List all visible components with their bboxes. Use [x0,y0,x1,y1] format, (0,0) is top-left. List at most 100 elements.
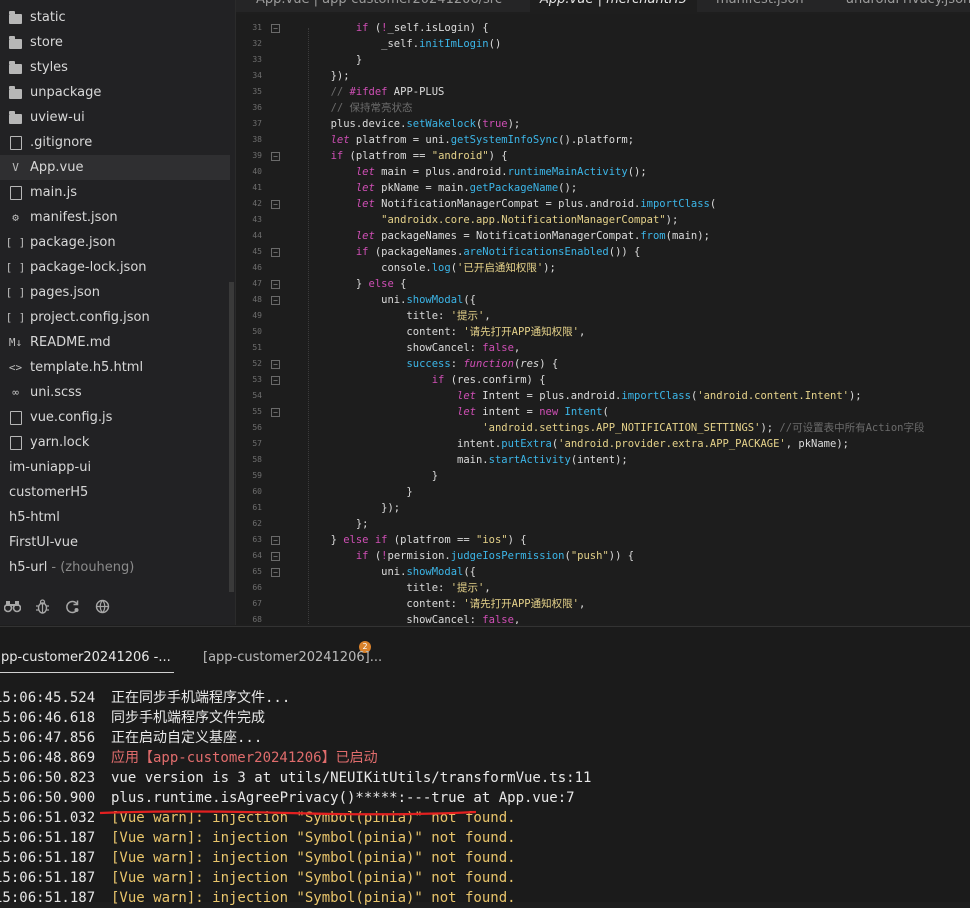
code-line[interactable]: 56 'android.settings.APP_NOTIFICATION_SE… [236,420,970,436]
tree-item[interactable]: main.js [0,180,230,205]
line-number: 42 [252,199,262,208]
code-line[interactable]: 53− if (res.confirm) { [236,372,970,388]
editor-tab[interactable]: App.vue | merchantH5 [530,0,697,12]
code-line[interactable]: 66 title: '提示', [236,580,970,596]
fold-toggle-icon[interactable]: − [271,552,280,561]
code-line[interactable]: 50 content: '请先打开APP通知权限', [236,324,970,340]
fold-toggle-icon[interactable]: − [271,24,280,33]
debug-bug-icon[interactable] [33,597,52,616]
tree-item[interactable]: im-uniapp-ui [0,455,230,480]
tree-item[interactable]: unpackage [0,80,230,105]
fold-toggle-icon[interactable]: − [271,248,280,257]
tree-item-label: manifest.json [30,210,118,225]
file-explorer: static store styles unpackage uview-ui .gitig… [0,0,236,625]
line-number: 45 [252,247,262,256]
code-line[interactable]: 54 let Intent = plus.android.importClass… [236,388,970,404]
code-line[interactable]: 47− } else { [236,276,970,292]
code-line[interactable]: 42− let NotificationManagerCompat = plus… [236,196,970,212]
code-text: } else { [280,278,407,290]
tree-item-label: App.vue [30,160,84,175]
fold-toggle-icon[interactable]: − [271,280,280,289]
tree-item[interactable]: static [0,5,230,30]
fold-toggle-icon[interactable]: − [271,360,280,369]
code-line[interactable]: 48− uni.showModal({ [236,292,970,308]
code-line[interactable]: 59 } [236,468,970,484]
tree-item[interactable]: ⚙ manifest.json [0,205,230,230]
code-line[interactable]: 58 main.startActivity(intent); [236,452,970,468]
globe-icon[interactable] [93,597,112,616]
editor-tab[interactable]: App.vue | app-customer20241206/src [246,0,512,12]
tree-item[interactable]: uview-ui [0,105,230,130]
code-text: content: '请先打开APP通知权限', [280,598,586,610]
code-line[interactable]: 43 "androidx.core.app.NotificationManage… [236,212,970,228]
code-text: } else if (platfrom == "ios") { [280,534,527,546]
log-message: [Vue warn]: injection "Symbol(pinia)" no… [111,870,516,886]
tree-item[interactable]: [ ] package-lock.json [0,255,230,280]
log-timestamp: 15:06:51.187 [0,890,96,906]
console-panel: 2 app-customer20241206 -... [app-customer… [0,626,970,906]
code-line[interactable]: 31− if (!_self.isLogin) { [236,20,970,36]
code-line[interactable]: 68 showCancel: false, [236,612,970,624]
tree-item[interactable]: store [0,30,230,55]
tree-item[interactable]: vue.config.js [0,405,230,430]
code-line[interactable]: 63− } else if (platfrom == "ios") { [236,532,970,548]
code-editor[interactable]: 31− if (!_self.isLogin) {32 _self.initIm… [236,14,970,624]
tree-item[interactable]: yarn.lock [0,430,230,455]
log-message: [Vue warn]: injection "Symbol(pinia)" no… [111,830,516,846]
editor-tab[interactable]: manifest.json [706,0,814,12]
code-line[interactable]: 36 // 保持常亮状态 [236,100,970,116]
code-line[interactable]: 46 console.log('已开启通知权限'); [236,260,970,276]
code-line[interactable]: 40 let main = plus.android.runtimeMainAc… [236,164,970,180]
code-line[interactable]: 34 }); [236,68,970,84]
code-text: let NotificationManagerCompat = plus.and… [355,198,717,210]
code-line[interactable]: 32 _self.initImLogin() [236,36,970,52]
code-line[interactable]: 55− let intent = new Intent( [236,404,970,420]
tree-item[interactable]: customerH5 [0,480,230,505]
tree-item[interactable]: ∞ uni.scss [0,380,230,405]
code-line[interactable]: 64− if (!permision.judgeIosPermission("p… [236,548,970,564]
code-line[interactable]: 60 } [236,484,970,500]
console-tab[interactable]: [app-customer20241206]... [203,650,382,665]
line-number: 64 [252,551,262,560]
code-line[interactable]: 61 }); [236,500,970,516]
tree-item[interactable]: [ ] project.config.json [0,305,230,330]
tree-item[interactable]: [ ] package.json [0,230,230,255]
fold-toggle-icon[interactable]: − [271,568,280,577]
code-line[interactable]: 33 } [236,52,970,68]
tree-item[interactable]: M↓ README.md [0,330,230,355]
tree-item[interactable]: h5-url - (zhouheng) [0,555,230,580]
code-line[interactable]: 44 let packageNames = NotificationManage… [236,228,970,244]
code-text: _self.initImLogin() [280,38,502,50]
code-line[interactable]: 38 let platfrom = uni.getSystemInfoSync(… [236,132,970,148]
binoculars-icon[interactable] [3,597,22,616]
fold-toggle-icon[interactable]: − [271,376,280,385]
code-line[interactable]: 67 content: '请先打开APP通知权限', [236,596,970,612]
fold-toggle-icon[interactable]: − [271,152,280,161]
code-line[interactable]: 35 // #ifdef APP-PLUS [236,84,970,100]
code-line[interactable]: 39− if (platfrom == "android") { [236,148,970,164]
code-line[interactable]: 49 title: '提示', [236,308,970,324]
code-line[interactable]: 37 plus.device.setWakelock(true); [236,116,970,132]
fold-toggle-icon[interactable]: − [271,536,280,545]
tree-item[interactable]: <> template.h5.html [0,355,230,380]
code-line[interactable]: 52− success: function(res) { [236,356,970,372]
code-line[interactable]: 51 showCancel: false, [236,340,970,356]
tree-item[interactable]: V App.vue [0,155,230,180]
tree-item[interactable]: h5-html [0,505,230,530]
tree-item[interactable]: .gitignore [0,130,230,155]
tree-item[interactable]: [ ] pages.json [0,280,230,305]
code-line[interactable]: 45− if (packageNames.areNotificationsEna… [236,244,970,260]
code-line[interactable]: 57 intent.putExtra('android.provider.ext… [236,436,970,452]
tree-item[interactable]: FirstUI-vue [0,530,230,555]
code-line[interactable]: 62 }; [236,516,970,532]
fold-toggle-icon[interactable]: − [271,200,280,209]
editor-tab[interactable]: androidPrivacy.json [836,0,970,12]
code-line[interactable]: 65− uni.showModal({ [236,564,970,580]
fold-toggle-icon[interactable]: − [271,408,280,417]
code-line[interactable]: 41 let pkName = main.getPackageName(); [236,180,970,196]
tree-item[interactable]: styles [0,55,230,80]
console-tab[interactable]: app-customer20241206 -... [0,650,174,673]
sync-gear-icon[interactable] [63,597,82,616]
fold-toggle-icon[interactable]: − [271,296,280,305]
sidebar-scrollbar[interactable] [229,282,234,592]
